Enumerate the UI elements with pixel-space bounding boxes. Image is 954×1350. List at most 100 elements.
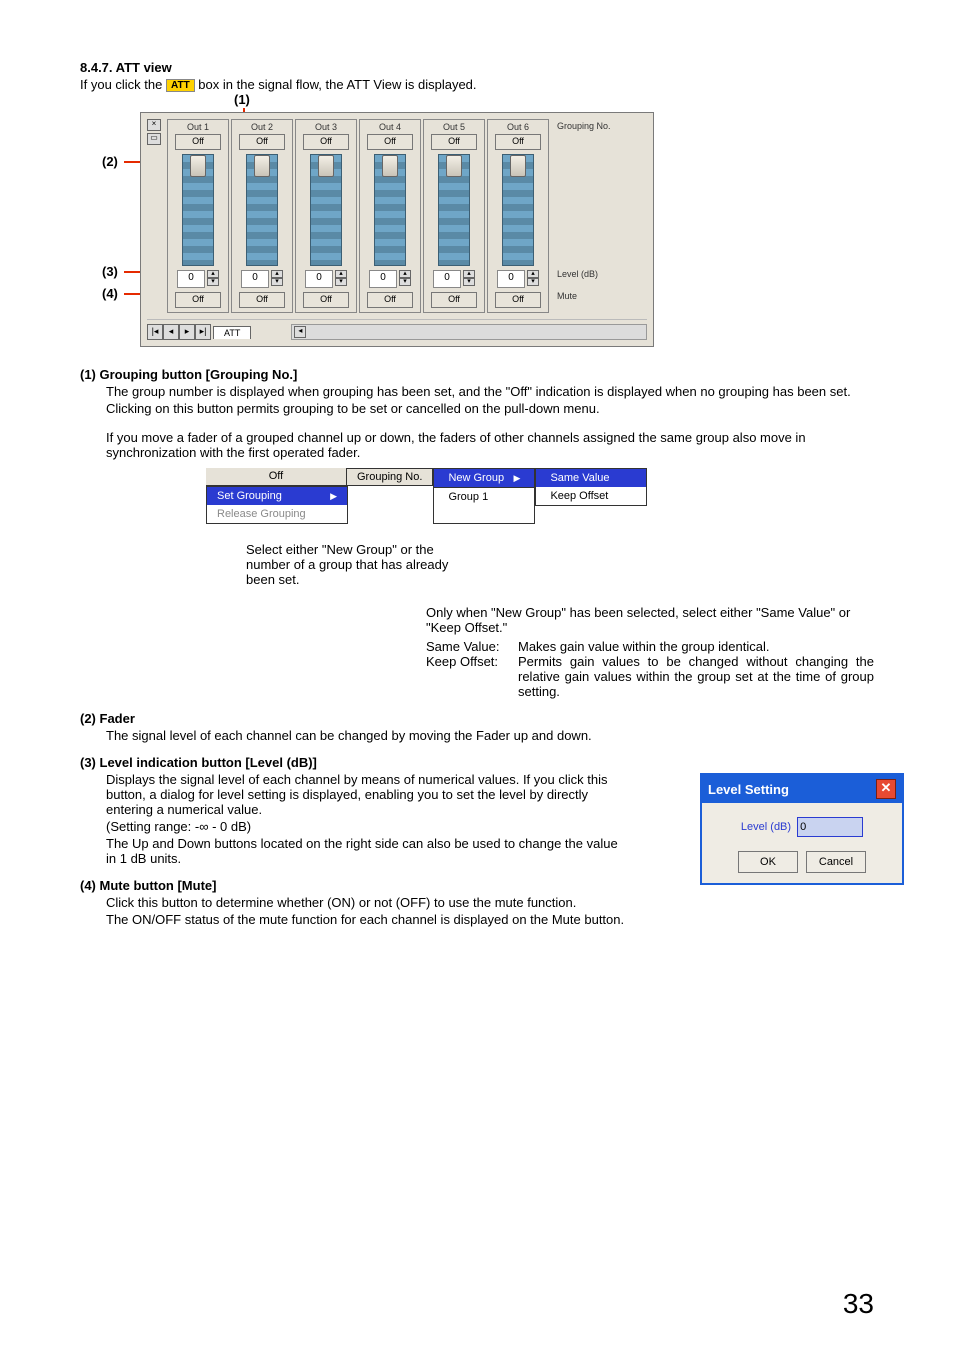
fader[interactable] [438,154,470,266]
level-button[interactable]: 0 [369,270,397,288]
att-chip: ATT [166,79,195,92]
menu-new-group-label: New Group [448,472,504,484]
spinner-down-icon[interactable]: ▾ [399,278,411,286]
cancel-button[interactable]: Cancel [806,851,866,873]
spinner-down-icon[interactable]: ▾ [335,278,347,286]
level-button[interactable]: 0 [177,270,205,288]
grouping-button[interactable]: Off [431,134,477,150]
fader-handle-icon[interactable] [190,155,206,177]
close-icon[interactable]: ✕ [876,779,896,799]
spinner-up-icon[interactable]: ▴ [463,270,475,278]
window-close-icon[interactable]: × [147,119,161,131]
level-button[interactable]: 0 [497,270,525,288]
level-spinner[interactable]: ▴▾ [527,270,539,286]
callout-2: (2) [102,154,118,169]
level-spinner[interactable]: ▴▾ [463,270,475,286]
menu-set-grouping[interactable]: Set Grouping▶ [207,487,347,505]
menu-release-grouping[interactable]: Release Grouping [207,505,347,523]
fader-handle-icon[interactable] [446,155,462,177]
keep-offset-label: Keep Offset: [426,654,518,699]
mute-button[interactable]: Off [303,292,349,308]
grouping-button[interactable]: Off [303,134,349,150]
menu-group1[interactable]: Group 1 [434,487,534,506]
spinner-down-icon[interactable]: ▾ [207,278,219,286]
spinner-up-icon[interactable]: ▴ [527,270,539,278]
level-spinner[interactable]: ▴▾ [271,270,283,286]
channel-label: Out 2 [251,122,273,132]
callout-1: (1) [234,92,250,107]
sec3-title: (3) Level indication button [Level (dB)] [80,755,874,770]
menu-note: Select either "New Group" or the number … [246,542,466,587]
nav-prev-icon[interactable]: ◂ [163,324,179,340]
sec1-p1: The group number is displayed when group… [106,384,874,399]
level-button[interactable]: 0 [305,270,333,288]
menu-same-value[interactable]: Same Value [536,469,646,487]
sec2-p1: The signal level of each channel can be … [106,728,874,743]
mute-button[interactable]: Off [175,292,221,308]
ok-button[interactable]: OK [738,851,798,873]
fader[interactable] [502,154,534,266]
sec4-p1: Click this button to determine whether (… [106,895,874,910]
level-db-input[interactable] [797,817,863,837]
sec3-p1: Displays the signal level of each channe… [106,772,626,817]
level-button[interactable]: 0 [433,270,461,288]
spinner-up-icon[interactable]: ▴ [271,270,283,278]
same-value-label: Same Value: [426,639,518,654]
level-db-label: Level (dB) [741,821,791,833]
mute-button[interactable]: Off [367,292,413,308]
same-value-text: Makes gain value within the group identi… [518,639,874,654]
sec1-title: (1) Grouping button [Grouping No.] [80,367,874,382]
menu-off-button[interactable]: Off [206,468,346,486]
fader[interactable] [310,154,342,266]
level-button[interactable]: 0 [241,270,269,288]
submenu-arrow-icon: ▶ [514,473,521,484]
nav-first-icon[interactable]: |◂ [147,324,163,340]
level-spinner[interactable]: ▴▾ [335,270,347,286]
submenu-arrow-icon: ▶ [330,491,337,502]
tab-att[interactable]: ATT [213,326,251,339]
horizontal-scrollbar[interactable]: ◂ [291,324,647,340]
nav-last-icon[interactable]: ▸| [195,324,211,340]
att-view-window: × ▭ Out 1 Off 0 ▴▾ Off [140,112,654,347]
spinner-up-icon[interactable]: ▴ [335,270,347,278]
grouping-button[interactable]: Off [367,134,413,150]
page-number: 33 [843,1288,874,1320]
fader-handle-icon[interactable] [254,155,270,177]
grouping-button[interactable]: Off [495,134,541,150]
channel-label: Out 4 [379,122,401,132]
intro-line: If you click the ATT box in the signal f… [80,77,874,92]
nav-next-icon[interactable]: ▸ [179,324,195,340]
fader-handle-icon[interactable] [510,155,526,177]
fader[interactable] [182,154,214,266]
section-heading: 8.4.7. ATT view [80,60,874,75]
level-spinner[interactable]: ▴▾ [207,270,219,286]
callout-4: (4) [102,286,118,301]
spinner-up-icon[interactable]: ▴ [399,270,411,278]
mute-button[interactable]: Off [239,292,285,308]
level-spinner[interactable]: ▴▾ [399,270,411,286]
sec3-p3: The Up and Down buttons located on the r… [106,836,626,866]
grouping-button[interactable]: Off [239,134,285,150]
keep-offset-text: Permits gain values to be changed withou… [518,654,874,699]
spinner-up-icon[interactable]: ▴ [207,270,219,278]
fader-handle-icon[interactable] [318,155,334,177]
menu-grouping-no-label: Grouping No. [346,468,433,486]
spinner-down-icon[interactable]: ▾ [271,278,283,286]
grouping-button[interactable]: Off [175,134,221,150]
sec1-p3: If you move a fader of a grouped channel… [106,430,874,460]
mute-button[interactable]: Off [431,292,477,308]
side-level-label: Level (dB) [557,269,623,291]
menu-new-group[interactable]: New Group ▶ [434,469,534,487]
channel-out4: Out 4 Off 0▴▾ Off [359,119,421,313]
sec2-title: (2) Fader [80,711,874,726]
fader[interactable] [246,154,278,266]
fader-handle-icon[interactable] [382,155,398,177]
spinner-down-icon[interactable]: ▾ [463,278,475,286]
spinner-down-icon[interactable]: ▾ [527,278,539,286]
window-restore-icon[interactable]: ▭ [147,133,161,145]
scroll-left-icon[interactable]: ◂ [294,326,306,338]
callout-3: (3) [102,264,118,279]
menu-keep-offset[interactable]: Keep Offset [536,487,646,505]
fader[interactable] [374,154,406,266]
mute-button[interactable]: Off [495,292,541,308]
